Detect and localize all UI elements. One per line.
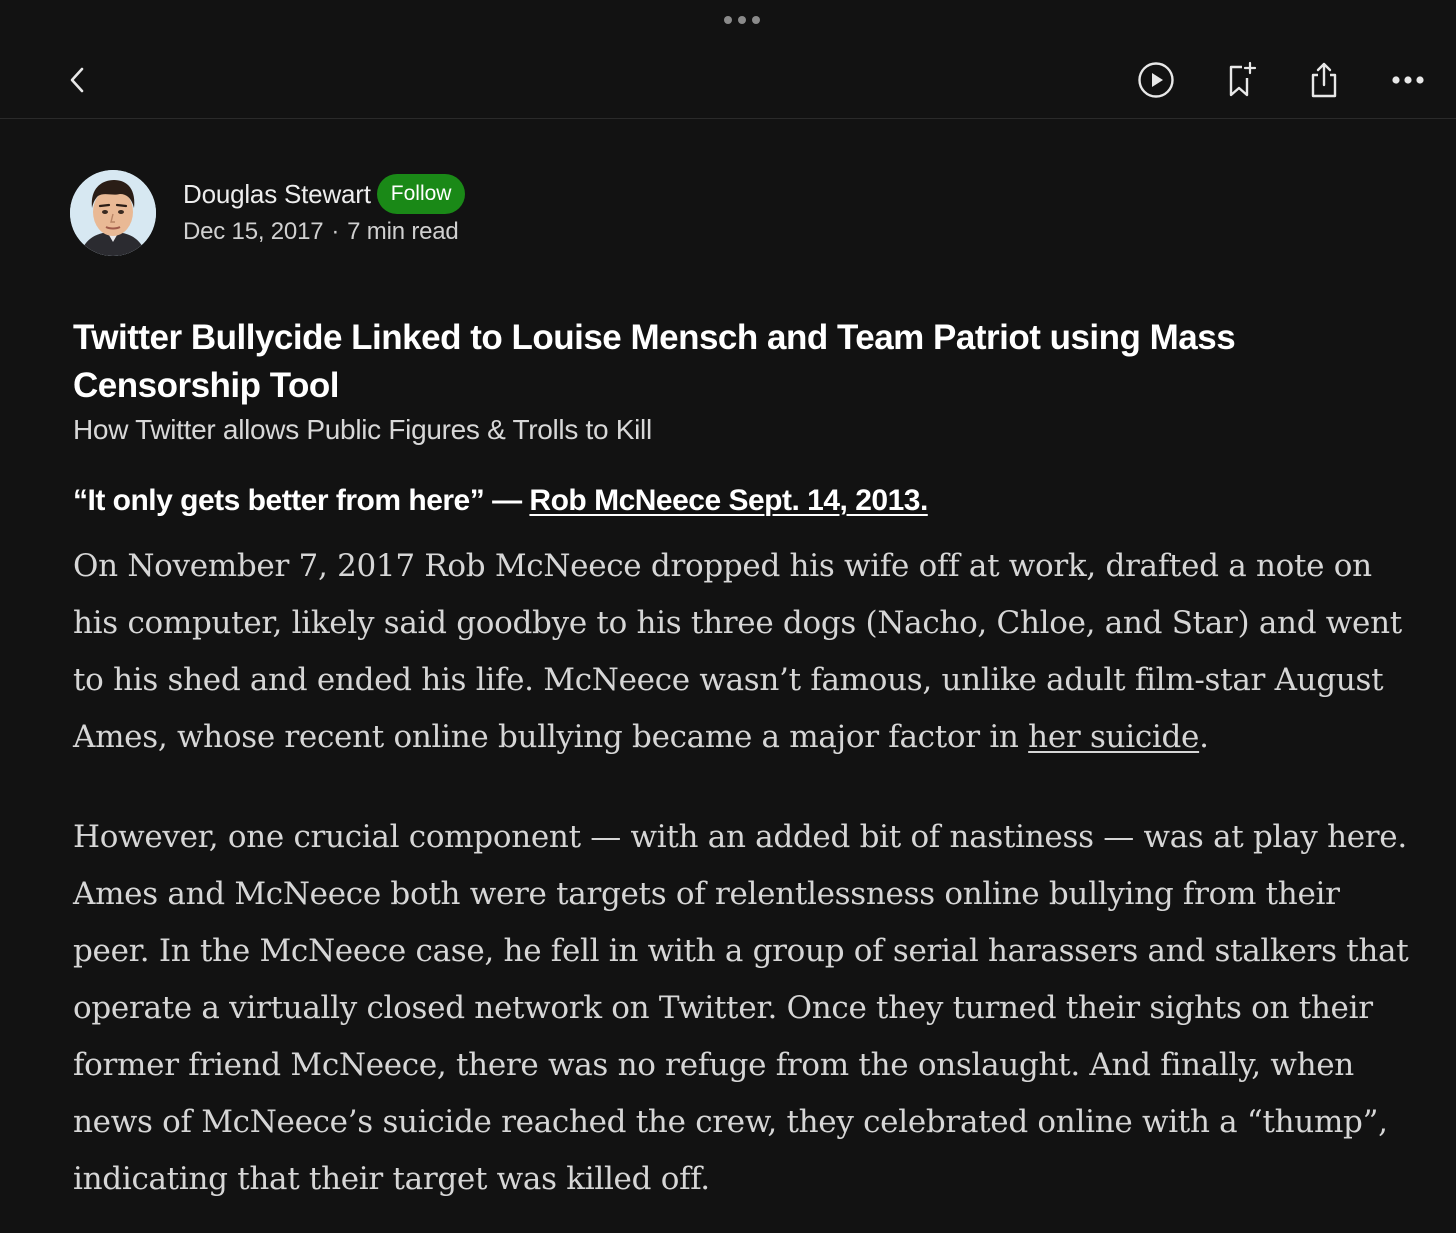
- author-name-row: Douglas Stewart Follow: [183, 174, 466, 214]
- more-horizontal-icon: [1392, 76, 1424, 84]
- top-toolbar: [0, 0, 1456, 119]
- author-name[interactable]: Douglas Stewart: [183, 179, 371, 210]
- author-block: Douglas Stewart Follow Dec 15, 2017 · 7 mi…: [70, 170, 466, 256]
- quote-text: “It only gets better from here” —: [73, 484, 530, 517]
- article-quote: “It only gets better from here” — Rob Mc…: [73, 480, 1413, 522]
- read-time: 7 min read: [347, 218, 459, 245]
- article-paragraph-1: On November 7, 2017 Rob McNeece dropped …: [73, 538, 1413, 766]
- meta-separator: ·: [331, 218, 340, 245]
- bookmark-add-icon: [1229, 61, 1257, 97]
- her-suicide-link[interactable]: her suicide: [1028, 719, 1199, 755]
- quote-source-link[interactable]: Rob McNeece Sept. 14, 2013.: [529, 484, 928, 517]
- more-options-button[interactable]: [1386, 58, 1430, 102]
- publish-date: Dec 15, 2017: [183, 218, 324, 245]
- follow-button[interactable]: Follow: [376, 174, 466, 214]
- back-button[interactable]: [56, 58, 100, 102]
- paragraph-1-end: .: [1199, 719, 1209, 755]
- article-title: Twitter Bullycide Linked to Louise Mensc…: [73, 318, 1236, 405]
- chevron-left-icon: [70, 67, 84, 93]
- author-avatar-illustration: [70, 170, 156, 256]
- share-button[interactable]: [1302, 58, 1346, 102]
- publish-info: Dec 15, 2017 · 7 min read: [183, 218, 465, 246]
- share-icon: [1311, 62, 1337, 98]
- article-body: Twitter Bullycide Linked to Louise Mensc…: [73, 314, 1413, 1208]
- avatar[interactable]: [70, 170, 156, 256]
- listen-button[interactable]: [1134, 58, 1178, 102]
- play-circle-icon: [1138, 62, 1174, 98]
- save-button[interactable]: [1218, 58, 1262, 102]
- author-meta: Douglas Stewart Follow Dec 15, 2017 · 7 mi…: [183, 174, 466, 246]
- article-subtitle: How Twitter allows Public Figures & Trol…: [73, 414, 652, 445]
- article-paragraph-2: However, one crucial component — with an…: [73, 819, 1409, 1197]
